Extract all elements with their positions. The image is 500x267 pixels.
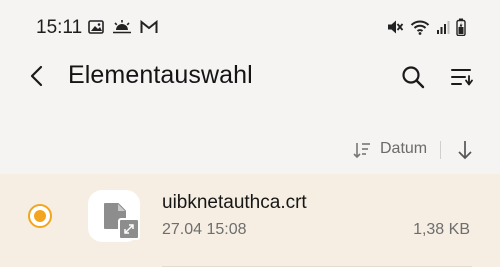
signal-icon <box>437 21 450 34</box>
battery-icon <box>456 18 466 36</box>
weather-icon <box>113 20 131 34</box>
sort-divider <box>440 141 441 159</box>
sort-bar: Datum <box>0 132 500 168</box>
sort-menu-icon[interactable] <box>448 64 474 90</box>
file-list-item[interactable]: uibknetauthca.crt 27.04 15:08 1,38 KB <box>0 174 500 267</box>
expand-arrows-icon <box>124 224 134 234</box>
app-bar: Elementauswahl <box>0 54 500 100</box>
sort-order-icon[interactable] <box>352 140 372 160</box>
sort-by-label[interactable]: Datum <box>380 140 427 158</box>
status-system-icons <box>386 17 466 37</box>
mute-icon <box>388 20 404 34</box>
file-name: uibknetauthca.crt <box>162 192 307 213</box>
arrow-down-icon[interactable] <box>455 139 475 161</box>
search-icon[interactable] <box>400 64 426 90</box>
file-size: 1,38 KB <box>413 221 470 238</box>
back-arrow-icon[interactable] <box>26 64 50 88</box>
status-time: 15:11 <box>36 17 83 38</box>
status-notification-icons <box>88 18 158 36</box>
open-external-icon <box>118 218 140 240</box>
gmail-icon <box>140 20 158 33</box>
select-radio[interactable] <box>28 204 52 228</box>
page-title: Elementauswahl <box>68 61 253 89</box>
file-date: 27.04 15:08 <box>162 221 247 238</box>
status-bar: 15:11 <box>0 0 500 54</box>
radio-selected-dot <box>34 210 46 222</box>
gallery-icon <box>88 20 104 34</box>
wifi-icon <box>410 20 430 35</box>
